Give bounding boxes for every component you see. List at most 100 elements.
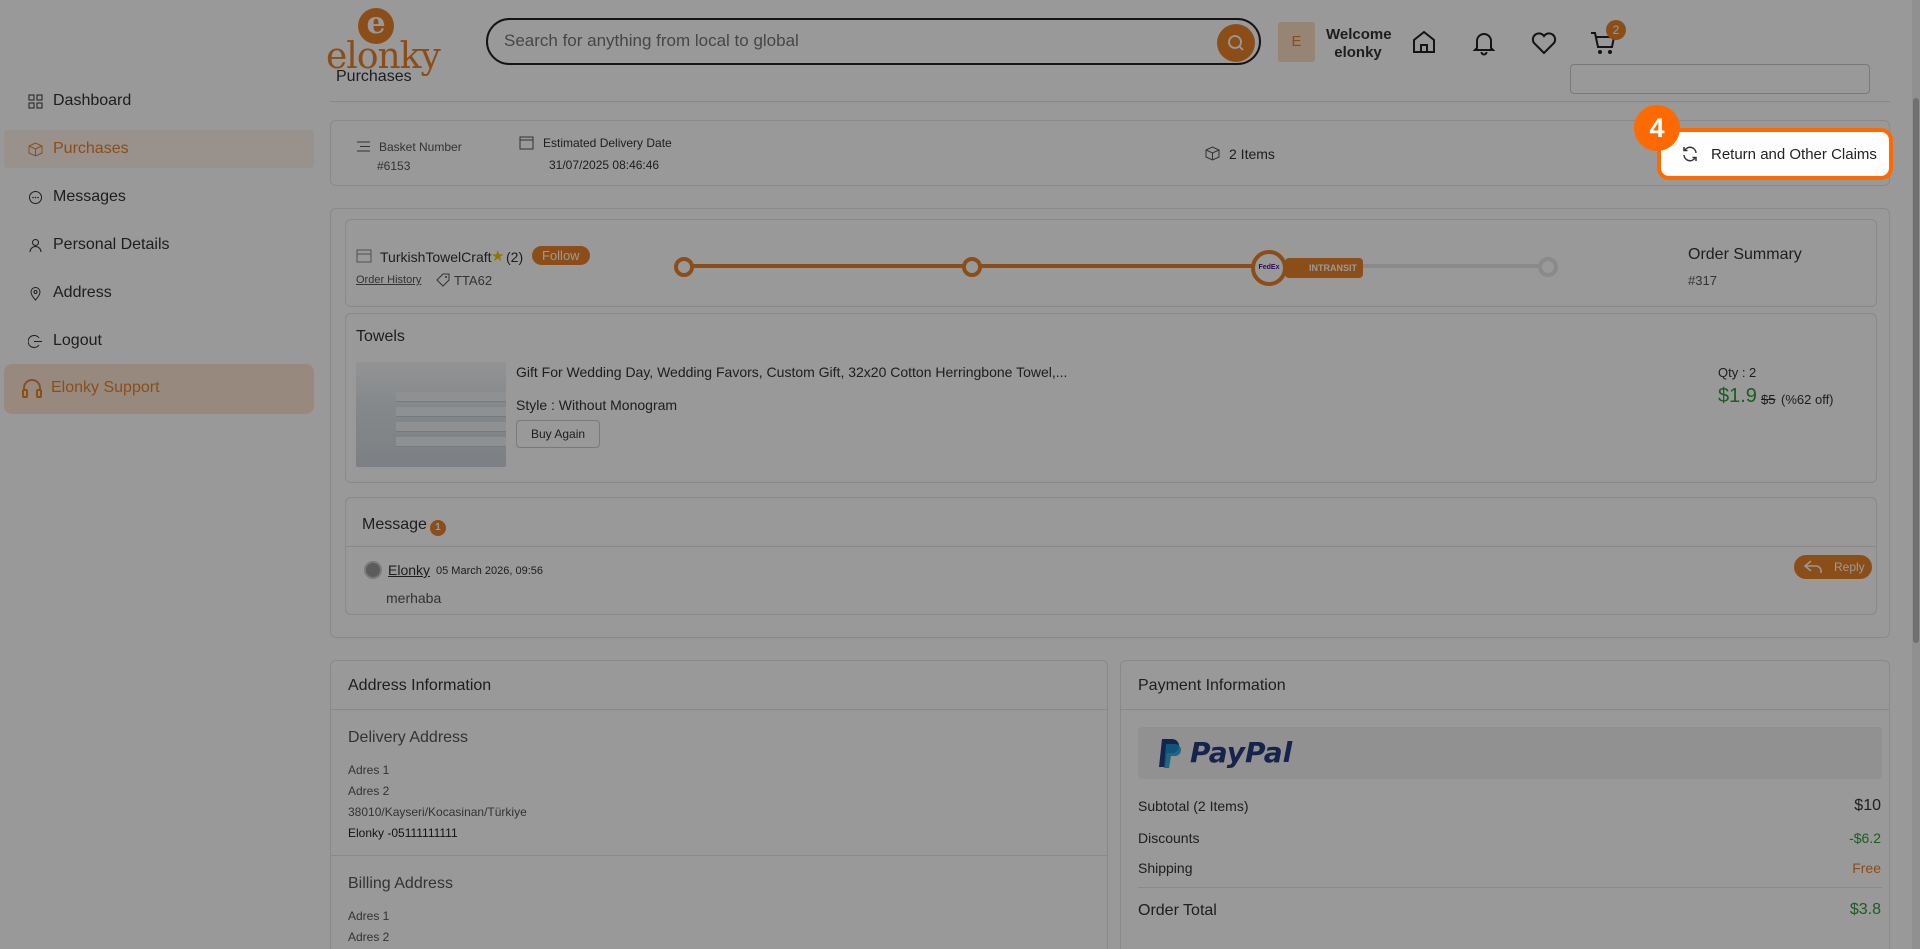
product-title[interactable]: Gift For Wedding Day, Wedding Favors, Cu…	[516, 364, 1067, 380]
progress-segment-1	[684, 264, 972, 268]
reply-button[interactable]: Reply	[1794, 555, 1872, 579]
location-icon	[30, 286, 41, 301]
basket-number: #6153	[377, 159, 411, 173]
user-icon	[29, 238, 42, 252]
billing-divider	[331, 855, 1107, 856]
message-divider	[346, 546, 1876, 547]
reply-label: Reply	[1834, 560, 1865, 574]
chat-icon	[29, 190, 42, 204]
coupon-code: TTA62	[454, 273, 493, 288]
tutorial-step-badge: 4	[1634, 105, 1680, 151]
sidebar-item-address[interactable]: Address	[28, 279, 112, 307]
order-summary-number: #317	[1688, 273, 1717, 288]
paypal-box: PayPal	[1138, 727, 1882, 779]
grid-icon	[28, 94, 43, 108]
heart-icon[interactable]	[1529, 28, 1559, 58]
order-history-link[interactable]: Order History	[356, 274, 421, 286]
return-claims-button[interactable]: Return and Other Claims	[1657, 128, 1893, 180]
product-section: Towels Gift For Wedding Day, Wedding Fav…	[345, 313, 1877, 483]
order-total-label: Order Total	[1138, 902, 1217, 919]
scrollbar-thumb[interactable]	[1913, 98, 1919, 643]
paypal-icon	[1159, 739, 1181, 768]
store-name[interactable]: TurkishTowelCraft	[380, 249, 492, 265]
product-price: $1.9	[1718, 385, 1757, 407]
reply-icon	[1804, 560, 1822, 573]
progress-step-4	[1538, 257, 1558, 277]
payment-section-title: Payment Information	[1138, 677, 1286, 694]
order-summary-label: Order Summary	[1688, 246, 1802, 263]
search-button[interactable]	[1217, 24, 1255, 62]
sidebar-item-label: Dashboard	[53, 92, 132, 109]
message-sender[interactable]: Elonky	[388, 562, 430, 578]
address-section-title: Address Information	[348, 677, 492, 694]
welcome-user: elonky	[1334, 44, 1382, 61]
sidebar-item-label: Logout	[53, 332, 102, 349]
box-icon	[28, 141, 43, 157]
refresh-icon	[1683, 146, 1697, 162]
message-title: Message	[362, 516, 427, 533]
status-badge: INTRANSIT	[1285, 258, 1363, 278]
sidebar-item-label: Purchases	[53, 140, 129, 157]
bell-icon[interactable]	[1469, 27, 1499, 57]
message-body: merhaba	[386, 590, 442, 606]
product-old-price: $5	[1761, 392, 1776, 407]
sidebar-item-purchases[interactable]: Purchases	[28, 135, 129, 163]
delivery-line-2: Adres 2	[348, 784, 390, 798]
search-icon	[1228, 35, 1244, 51]
payment-card: Payment Information PayPal Subtotal (2 I…	[1120, 660, 1890, 949]
sidebar-item-label: Address	[53, 284, 112, 301]
payment-method: PayPal	[1190, 736, 1293, 769]
order-search-input[interactable]	[1570, 64, 1870, 94]
tag-icon	[436, 273, 450, 287]
support-button[interactable]: Elonky Support	[4, 364, 314, 414]
product-category: Towels	[356, 328, 405, 345]
address-card: Address Information Delivery Address Adr…	[330, 660, 1108, 949]
progress-step-1	[674, 257, 694, 277]
progress-segment-2	[972, 264, 1260, 268]
star-icon: ★	[491, 247, 505, 265]
delivery-line-3: 38010/Kayseri/Kocasinan/Türkiye	[348, 805, 527, 819]
address-divider	[331, 709, 1107, 710]
headset-icon	[22, 379, 42, 398]
follow-button[interactable]: Follow	[532, 246, 590, 265]
avatar[interactable]: E	[1278, 22, 1315, 62]
store-tracking-row: TurkishTowelCraft ★ (2) Follow Order His…	[345, 219, 1877, 307]
subtotal-label: Subtotal (2 Items)	[1138, 798, 1249, 814]
sidebar-item-dashboard[interactable]: Dashboard	[28, 87, 131, 115]
payment-divider	[1121, 709, 1889, 710]
search-bar	[486, 18, 1261, 65]
store-rating-count: (2)	[506, 249, 524, 265]
sidebar-item-logout[interactable]: Logout	[28, 327, 102, 355]
sidebar-item-label: Messages	[53, 188, 126, 205]
cart-count-badge: 2	[1606, 20, 1626, 40]
shipping-value: Free	[1852, 860, 1881, 876]
shipping-label: Shipping	[1138, 860, 1193, 876]
delivery-line-4: Elonky -05111111111	[348, 826, 458, 840]
sidebar-item-label: Personal Details	[53, 236, 170, 253]
message-date: 05 March 2026, 09:56	[436, 565, 544, 577]
order-total-value: $3.8	[1849, 901, 1881, 918]
home-icon[interactable]	[1409, 27, 1439, 57]
items-count: 2 Items	[1229, 146, 1275, 162]
delivery-line-1: Adres 1	[348, 763, 390, 777]
basket-number-label: Basket Number	[379, 140, 462, 154]
support-label: Elonky Support	[51, 379, 160, 396]
page-title-bar: Purchases	[330, 62, 1890, 102]
package-icon	[1205, 146, 1220, 161]
search-input[interactable]	[504, 31, 1184, 51]
product-style: Style : Without Monogram	[516, 397, 678, 413]
progress-step-2	[962, 257, 982, 277]
sidebar-item-personal-details[interactable]: Personal Details	[28, 231, 170, 259]
billing-line-1: Adres 1	[348, 909, 390, 923]
list-icon	[357, 141, 370, 152]
logout-icon	[28, 334, 42, 348]
product-image[interactable]	[356, 362, 506, 467]
product-discount: (%62 off)	[1781, 392, 1834, 407]
welcome-text[interactable]: Welcome elonky	[1326, 26, 1392, 62]
return-claims-label: Return and Other Claims	[1711, 145, 1877, 163]
store-icon	[356, 249, 372, 263]
billing-address-title: Billing Address	[348, 875, 453, 892]
subtotal-value: $10	[1854, 797, 1881, 814]
sidebar-item-messages[interactable]: Messages	[28, 183, 126, 211]
buy-again-button[interactable]: Buy Again	[516, 420, 601, 448]
